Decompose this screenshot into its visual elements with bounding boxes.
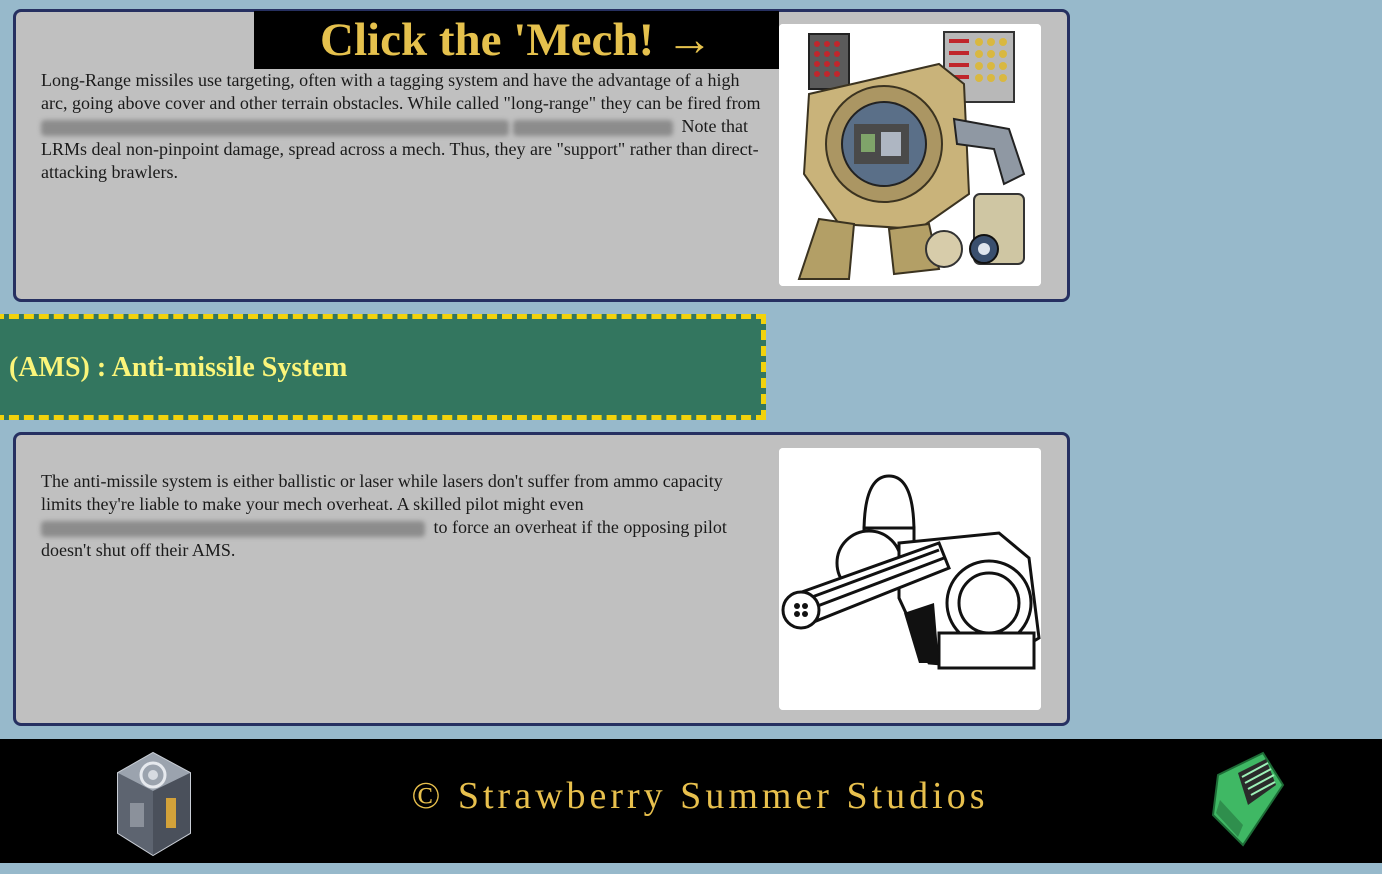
gatling-turret-icon [779, 448, 1041, 710]
click-the-mech-banner[interactable]: Click the 'Mech! → [254, 11, 779, 69]
mech-cutaway-icon[interactable] [779, 24, 1041, 286]
lrm-description: Long-Range missiles use targeting, often… [41, 69, 761, 184]
ams-section-header: (AMS) : Anti-missile System [0, 314, 766, 420]
redacted-text [41, 119, 509, 136]
redacted-text [513, 119, 673, 136]
ams-description: The anti-missile system is either ballis… [41, 470, 761, 562]
ams-section-title: (AMS) : Anti-missile System [9, 352, 348, 383]
ams-card: The anti-missile system is either ballis… [13, 432, 1070, 726]
lrm-text-part1: Long-Range missiles use targeting, often… [41, 70, 761, 113]
footer: © Strawberry Summer Studios [0, 739, 1382, 863]
copyright-text: © Strawberry Summer Studios [411, 775, 989, 817]
ams-text-part1: The anti-missile system is either ballis… [41, 471, 723, 514]
redacted-text [41, 520, 425, 537]
circuit-board-icon [1208, 745, 1288, 853]
